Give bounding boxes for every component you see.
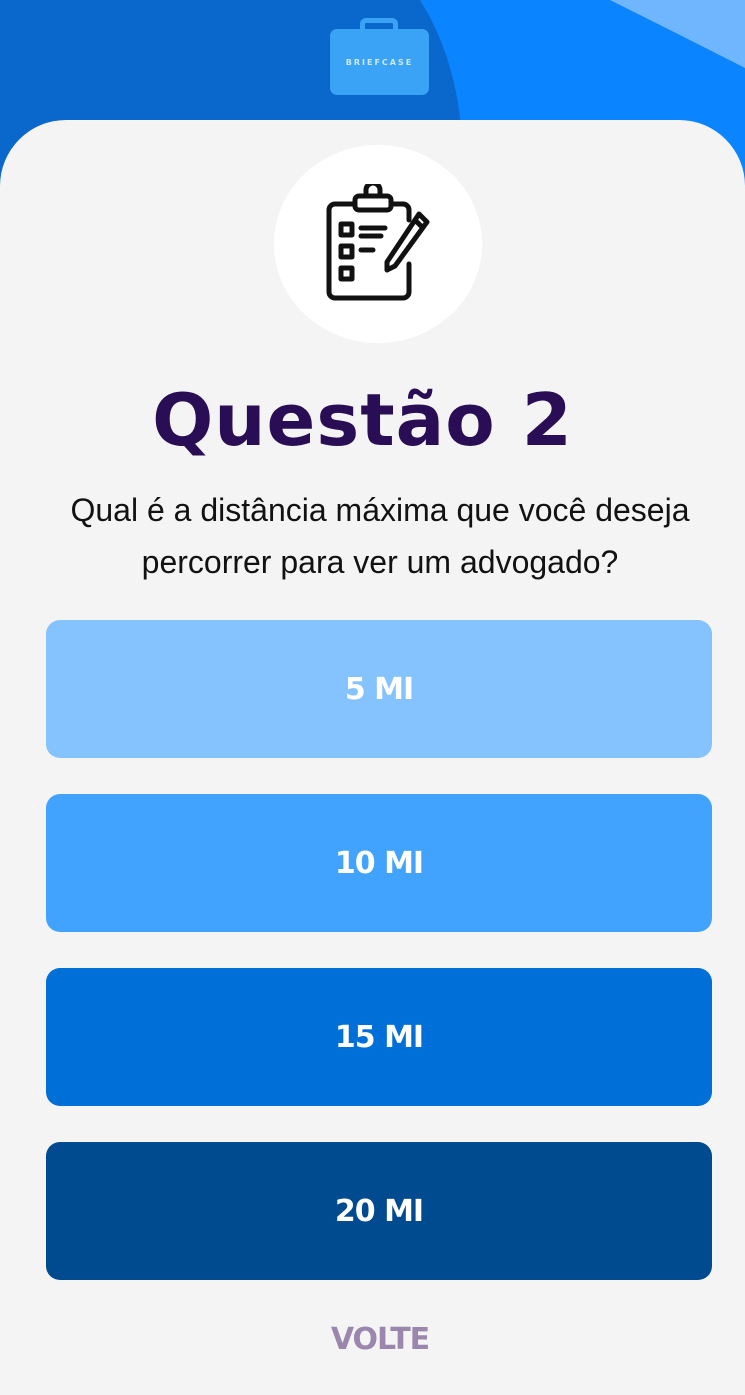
- clipboard-checklist-icon: [326, 184, 430, 301]
- briefcase-icon: BRIEFCASE: [330, 29, 429, 95]
- option-10mi-button[interactable]: 10 MI: [46, 794, 712, 932]
- option-15mi-button[interactable]: 15 MI: [46, 968, 712, 1106]
- question-text: Qual é a distância máxima que você desej…: [70, 492, 690, 580]
- back-link[interactable]: VOLTE: [0, 1322, 745, 1357]
- option-20mi-button[interactable]: 20 MI: [46, 1142, 712, 1280]
- briefcase-logo: BRIEFCASE: [330, 18, 429, 95]
- option-5mi-button[interactable]: 5 MI: [46, 620, 712, 758]
- question-icon-circle: [274, 145, 482, 343]
- question-title: Questão 2: [152, 378, 573, 462]
- logo-text: BRIEFCASE: [345, 57, 414, 67]
